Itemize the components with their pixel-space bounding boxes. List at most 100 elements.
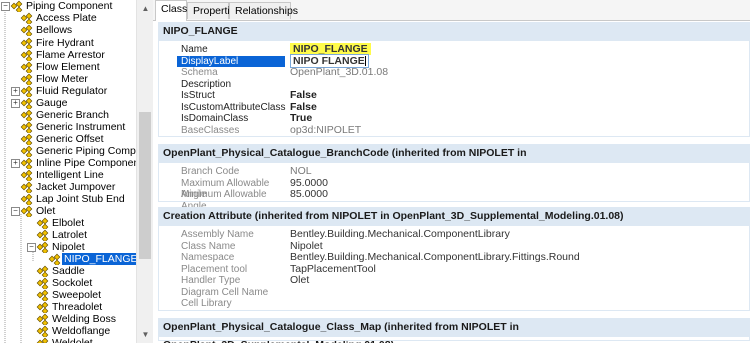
tree-item[interactable]: Weldolet [0,337,136,343]
tree-item-label: Generic Offset [36,133,104,145]
scroll-down-arrow-icon[interactable]: ▼ [137,326,154,343]
class-icon [36,241,49,253]
property-row[interactable]: Namespace Bentley.Building.Mechanical.Com… [177,251,747,264]
class-details-panel: Class Properties Relationships NIPO_FLANGE… [153,0,750,343]
scroll-up-arrow-icon[interactable]: ▲ [137,0,154,17]
property-row[interactable]: Minimum Allowable Angle 85.0000 [177,188,747,211]
tree-item[interactable]: Generic Branch [0,109,136,121]
property-row[interactable]: DisplayLabel NIPO FLANGE [177,53,747,68]
tree-item[interactable]: + Inline Pipe Component [0,157,136,169]
class-icon [20,61,33,73]
tree-item[interactable]: Sweepolet [0,289,136,301]
tree-item[interactable]: Elbolet [0,217,136,229]
property-row[interactable]: Placement tool TapPlacementTool [177,263,747,276]
tree-item[interactable]: Saddle [0,265,136,277]
class-icon [36,217,49,229]
tree-item-label: Fire Hydrant [36,37,94,49]
tab-class[interactable]: Class [155,0,187,21]
tree-item-label: Olet [36,205,56,217]
tree-item[interactable]: Intelligent Line [0,169,136,181]
tree-item-label: Gauge [36,97,68,109]
tab-strip: Class Properties Relationships [153,0,750,21]
property-row[interactable]: Schema OpenPlant_3D.01.08 [177,66,747,79]
tree-item[interactable]: Generic Offset [0,133,136,145]
property-row[interactable]: Handler Type Olet [177,274,747,287]
class-tree[interactable]: − Piping Component Access Plate Bellows Fire… [0,0,136,343]
tree-item[interactable]: Jacket Jumpover [0,181,136,193]
class-icon [20,121,33,133]
tree-item[interactable]: Generic Piping Component [0,145,136,157]
property-row[interactable]: Diagram Cell Name [177,287,747,299]
property-row[interactable]: BaseClasses op3d:NIPOLET [177,124,747,137]
property-row[interactable]: Branch Code NOL [177,165,747,178]
tree-item-label: Saddle [52,265,85,277]
property-name: Handler Type [181,275,241,286]
tree-item-label: Generic Instrument [36,121,126,133]
tree-item[interactable]: Fire Hydrant [0,37,136,49]
class-icon [20,49,33,61]
tree-item-label: Piping Component [26,0,113,12]
tree-item[interactable]: Access Plate [0,12,136,24]
tree-item-label: Elbolet [52,217,85,229]
tree-item[interactable]: Threadolet [0,301,136,313]
tree-item[interactable]: Welding Boss [0,313,136,325]
property-name: Description [181,78,232,90]
tree-item[interactable]: Sockolet [0,277,136,289]
class-icon [10,0,23,12]
class-icon [36,265,49,277]
property-name: IsCustomAttributeClass [181,101,286,113]
tree-item-label: Threadolet [52,301,103,313]
text-caret [364,55,366,66]
tree-item-label: Fluid Regulator [36,85,108,97]
tree-item[interactable]: + Gauge [0,97,136,109]
section-header[interactable]: NIPO_FLANGE [158,22,750,40]
tree-item[interactable]: − Olet [0,205,136,217]
tree-item-label: NIPO_FLANGE [62,253,136,265]
property-value: False [290,89,317,101]
tree-item[interactable]: Latrolet [0,229,136,241]
tree-item-label: Sweepolet [52,289,102,301]
tree-item-label: Generic Branch [36,109,109,121]
class-icon [20,145,33,157]
property-row[interactable]: Maximum Allowable Angle 95.0000 [177,177,747,200]
tab-relationships[interactable]: Relationships [229,2,298,19]
scrollbar-thumb[interactable] [139,112,151,259]
tree-item[interactable]: + Fluid Regulator [0,85,136,97]
class-icon [20,85,33,97]
tree-item[interactable]: − Piping Component [0,0,136,12]
property-row[interactable]: Description [177,79,747,91]
section-header[interactable]: OpenPlant_Physical_Catalogue_Class_Map (… [158,318,750,343]
tree-item-label: Flow Meter [36,73,88,85]
property-row[interactable]: IsDomainClass True [177,112,747,125]
tree-item[interactable]: NIPO_FLANGE [0,253,136,265]
tree-item[interactable]: Bellows [0,24,136,36]
tree-item[interactable]: Lap Joint Stub End [0,193,136,205]
tab-properties[interactable]: Properties [187,2,241,19]
class-icon [36,337,49,343]
property-name: IsDomainClass [181,113,249,124]
tree-item[interactable]: − Nipolet [0,241,136,253]
tree-item[interactable]: Weldoflange [0,325,136,337]
property-name: Assembly Name [181,229,254,240]
tree-scrollbar[interactable]: ▲ ▼ [136,0,154,343]
section-header[interactable]: Creation Attribute (inherited from NIPOL… [158,207,750,225]
property-row[interactable]: Cell Library [177,298,747,310]
class-icon [20,169,33,181]
section-header[interactable]: OpenPlant_Physical_Catalogue_BranchCode … [158,144,750,177]
class-icon [20,157,33,169]
tree-item-label: Bellows [36,24,73,36]
property-value: 85.0000 [290,188,328,200]
class-icon [20,133,33,145]
tree-item[interactable]: Flame Arrestor [0,49,136,61]
property-value: Bentley.Building.Mechanical.ComponentLib… [290,228,510,240]
property-name: Placement tool [181,263,248,275]
property-row[interactable]: IsStruct False [177,89,747,102]
tree-item[interactable]: Flow Meter [0,73,136,85]
class-icon [36,277,49,289]
property-row[interactable]: Assembly Name Bentley.Building.Mechanical… [177,228,747,241]
property-row[interactable]: Name NIPO_FLANGE [177,43,747,56]
property-sections: NIPO_FLANGE Name NIPO_FLANGE DisplayLabel NI… [158,21,750,343]
property-row[interactable]: IsCustomAttributeClass False [177,101,747,114]
tree-item[interactable]: Flow Element [0,61,136,73]
tree-item[interactable]: Generic Instrument [0,121,136,133]
